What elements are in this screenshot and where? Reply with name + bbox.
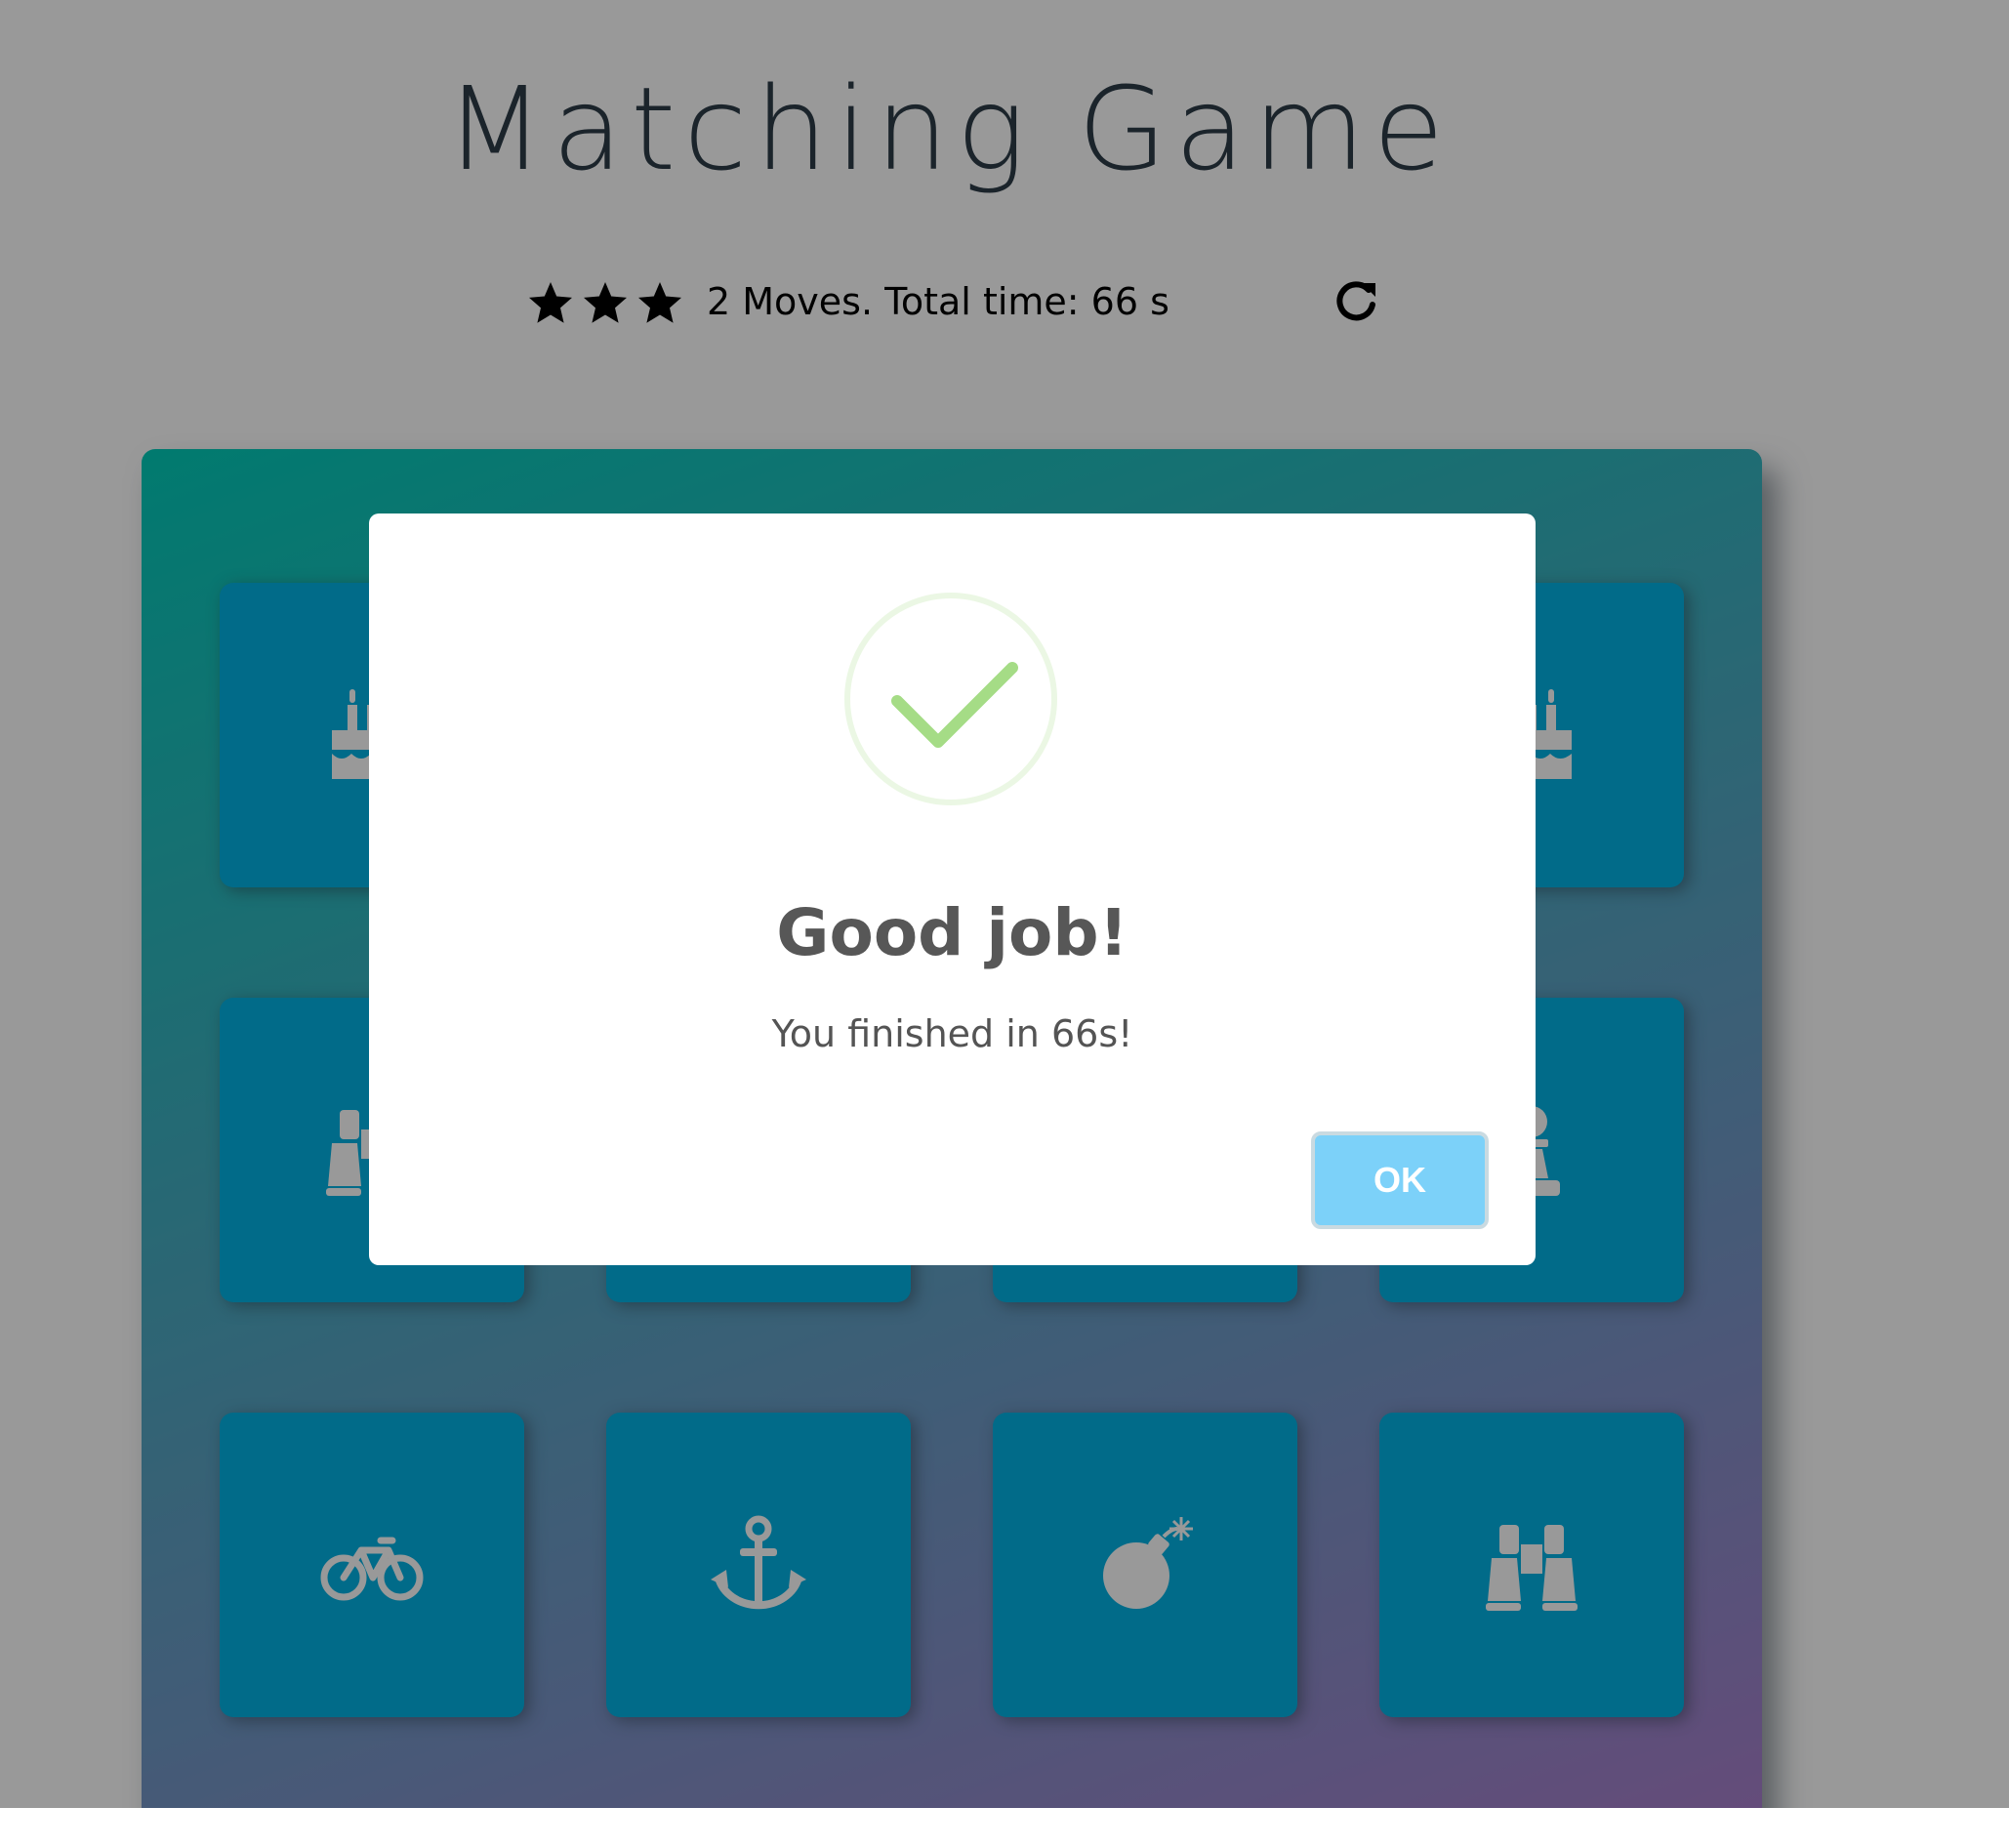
success-check-icon: [843, 592, 1058, 806]
ok-button[interactable]: OK: [1311, 1131, 1489, 1229]
game-page: Matching Game 2 Moves. Total time: 66 s: [0, 0, 2009, 1808]
dialog-message: You finished in 66s!: [771, 1012, 1133, 1055]
success-dialog: Good job! You finished in 66s! OK: [369, 513, 1536, 1265]
dialog-title: Good job!: [776, 895, 1128, 970]
